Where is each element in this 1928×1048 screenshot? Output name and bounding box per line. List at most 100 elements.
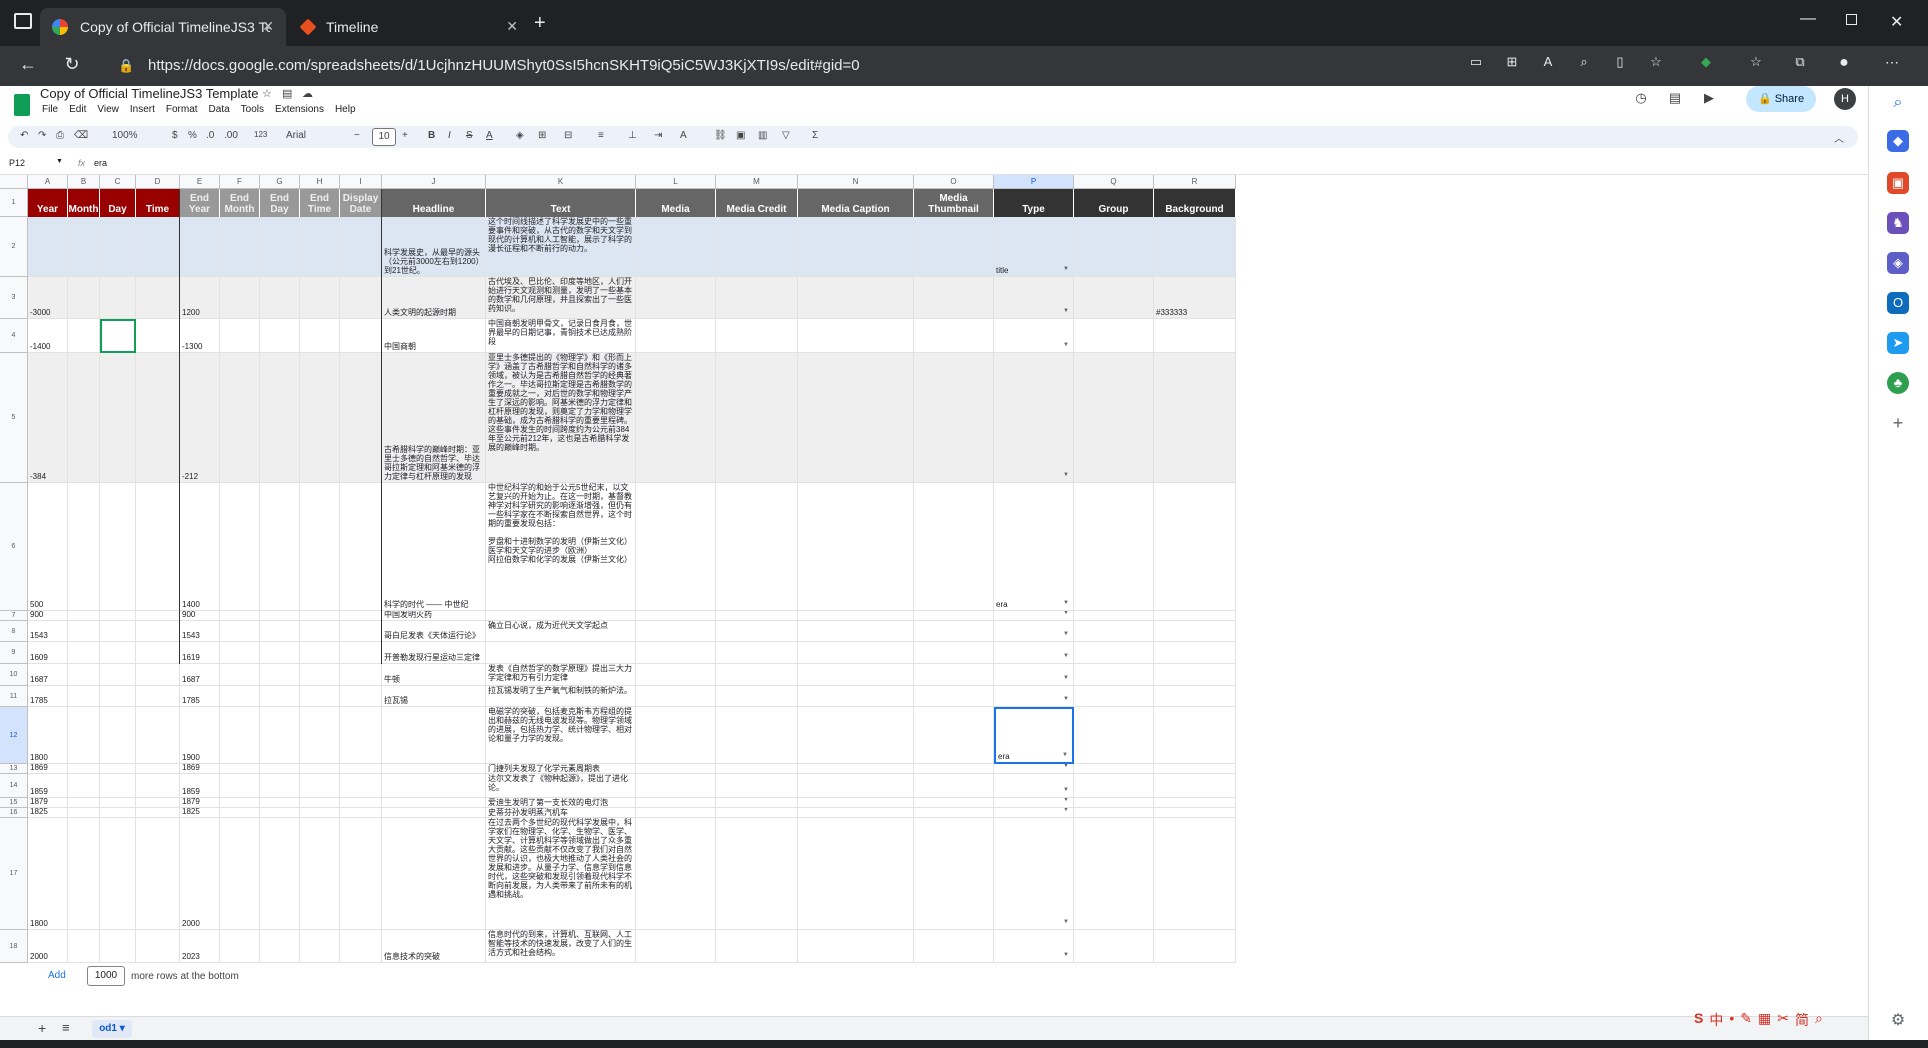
grid-cell[interactable] xyxy=(220,353,260,483)
grid-cell[interactable] xyxy=(100,611,136,621)
grid-cell[interactable] xyxy=(914,483,994,611)
align-icon[interactable]: ≡ xyxy=(598,130,604,141)
text-cell[interactable]: 史蒂芬孙发明蒸汽机车 xyxy=(486,808,636,818)
rows-count-input[interactable]: 1000 xyxy=(87,966,125,986)
grid-cell[interactable] xyxy=(798,217,914,277)
grid-cell[interactable] xyxy=(220,319,260,353)
end-year-cell[interactable]: -1300 xyxy=(180,319,220,353)
year-cell[interactable]: 900 xyxy=(28,611,68,621)
row-header[interactable]: 17 xyxy=(0,818,28,930)
grid-cell[interactable] xyxy=(68,808,100,818)
sheets-logo-icon[interactable] xyxy=(14,94,30,116)
header-cell[interactable]: Media Credit xyxy=(716,189,798,217)
ime-skin-icon[interactable]: ✂ xyxy=(1777,1010,1789,1030)
grid-cell[interactable] xyxy=(220,707,260,764)
grid-cell[interactable] xyxy=(260,642,300,664)
grid-cell[interactable] xyxy=(798,353,914,483)
grid-cell[interactable] xyxy=(260,621,300,642)
apps-icon[interactable]: ⊞ xyxy=(1500,54,1524,70)
grid-cell[interactable] xyxy=(260,707,300,764)
text-cell[interactable]: 电磁学的突破，包括麦克斯韦方程组的提出和赫兹的无线电波发现等。物理学领域的进展，… xyxy=(486,707,636,764)
end-year-cell[interactable]: 2000 xyxy=(180,818,220,930)
paint-format-icon[interactable]: ⌫ xyxy=(74,130,88,141)
column-header[interactable]: J xyxy=(382,175,486,189)
menu-help[interactable]: Help xyxy=(335,104,356,115)
grid-cell[interactable] xyxy=(300,818,340,930)
headline-cell[interactable] xyxy=(382,774,486,798)
grid-cell[interactable] xyxy=(914,930,994,963)
grid-cell[interactable] xyxy=(260,686,300,707)
grid-cell[interactable] xyxy=(136,277,180,319)
grid-cell[interactable] xyxy=(1074,277,1154,319)
filter-icon[interactable]: ▽ xyxy=(782,130,790,141)
grid-cell[interactable] xyxy=(1074,483,1154,611)
headline-cell[interactable] xyxy=(382,707,486,764)
headline-cell[interactable]: 古希腊科学的巅峰时期：亚里士多德的自然哲学、毕达哥拉斯定理和阿基米德的浮力定律与… xyxy=(382,353,486,483)
grid-cell[interactable] xyxy=(340,483,382,611)
grid-cell[interactable] xyxy=(136,483,180,611)
add-sheet-icon[interactable]: + xyxy=(38,1020,46,1036)
grid-cell[interactable] xyxy=(68,353,100,483)
sheet-tab[interactable]: od1 ▾ xyxy=(92,1020,132,1038)
text-cell[interactable]: 古代埃及、巴比伦、印度等地区，人们开始进行天文观测和测量，发明了一些基本的数学和… xyxy=(486,277,636,319)
end-year-cell[interactable]: -212 xyxy=(180,353,220,483)
text-cell[interactable]: 中世纪科学的和始于公元5世纪末，以文艺复兴的开始为止。在这一时期，基督教神学对科… xyxy=(486,483,636,611)
background-cell[interactable] xyxy=(1154,808,1236,818)
bold-button[interactable]: B xyxy=(428,130,435,141)
grid-cell[interactable] xyxy=(100,774,136,798)
grid-cell[interactable] xyxy=(914,764,994,774)
background-cell[interactable] xyxy=(1154,707,1236,764)
grid-cell[interactable] xyxy=(340,277,382,319)
grid-cell[interactable] xyxy=(340,930,382,963)
grid-cell[interactable] xyxy=(220,798,260,808)
header-cell[interactable]: Text xyxy=(486,189,636,217)
grid-cell[interactable] xyxy=(798,818,914,930)
grid-cell[interactable] xyxy=(260,808,300,818)
grid-cell[interactable] xyxy=(340,686,382,707)
headline-cell[interactable] xyxy=(382,764,486,774)
grid-cell[interactable] xyxy=(136,664,180,686)
headline-cell[interactable]: 科学的时代 —— 中世纪 xyxy=(382,483,486,611)
name-box[interactable]: P12 xyxy=(9,158,25,168)
grid-cell[interactable] xyxy=(636,621,716,642)
grid-cell[interactable] xyxy=(220,621,260,642)
history-icon[interactable]: ◷ xyxy=(1632,90,1650,108)
grid-cell[interactable] xyxy=(68,764,100,774)
grid-cell[interactable] xyxy=(300,611,340,621)
copilot-icon[interactable]: ◈ xyxy=(1887,252,1909,274)
grid-cell[interactable] xyxy=(716,483,798,611)
grid-cell[interactable] xyxy=(220,277,260,319)
grid-cell[interactable] xyxy=(340,774,382,798)
grid-cell[interactable] xyxy=(636,642,716,664)
grid-cell[interactable] xyxy=(300,621,340,642)
grid-cell[interactable] xyxy=(636,798,716,808)
background-cell[interactable] xyxy=(1154,798,1236,808)
grid-cell[interactable] xyxy=(914,353,994,483)
grid-cell[interactable] xyxy=(100,353,136,483)
grid-cell[interactable] xyxy=(636,217,716,277)
grid-cell[interactable] xyxy=(220,642,260,664)
grid-cell[interactable] xyxy=(100,808,136,818)
grid-cell[interactable] xyxy=(136,774,180,798)
headline-cell[interactable]: 人类文明的起源时期 xyxy=(382,277,486,319)
rotate-icon[interactable]: A xyxy=(680,130,687,141)
background-cell[interactable] xyxy=(1154,642,1236,664)
menu-extensions[interactable]: Extensions xyxy=(275,104,324,115)
grid-cell[interactable] xyxy=(636,930,716,963)
text-cell[interactable]: 在过去两个多世纪的现代科学发展中，科学家们在物理学、化学、生物学、医学、天文学、… xyxy=(486,818,636,930)
type-dropdown-icon[interactable]: ▼ xyxy=(1063,307,1069,316)
grid-cell[interactable] xyxy=(300,277,340,319)
grid-cell[interactable] xyxy=(260,611,300,621)
send-icon[interactable]: ➤ xyxy=(1887,332,1909,354)
background-cell[interactable] xyxy=(1154,774,1236,798)
type-dropdown-icon[interactable]: ▼ xyxy=(1063,786,1069,795)
column-header[interactable]: E xyxy=(180,175,220,189)
headline-cell[interactable] xyxy=(382,798,486,808)
headline-cell[interactable]: 哥白尼发表《天体运行论》 xyxy=(382,621,486,642)
grid-cell[interactable] xyxy=(798,930,914,963)
year-cell[interactable]: 1687 xyxy=(28,664,68,686)
font-select[interactable]: Arial xyxy=(286,130,306,141)
year-cell[interactable]: 1800 xyxy=(28,818,68,930)
type-dropdown-icon[interactable]: ▼ xyxy=(1062,751,1068,760)
text-cell[interactable] xyxy=(486,611,636,621)
